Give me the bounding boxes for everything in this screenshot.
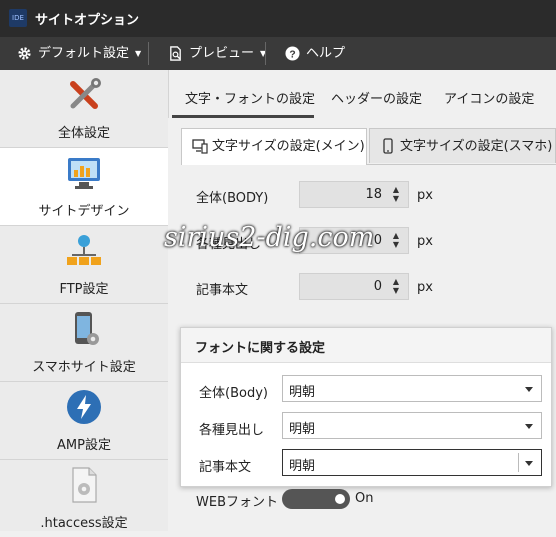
tab-header[interactable]: ヘッダーの設定: [331, 88, 422, 107]
menu-preview[interactable]: プレビュー ▼: [168, 37, 266, 70]
sidebar-item-label: サイトデザイン: [38, 204, 130, 219]
subtab-font-size-main[interactable]: 文字サイズの設定(メイン): [181, 128, 367, 165]
font-headings-label: 各種見出し: [199, 423, 265, 438]
tools-icon: [70, 78, 101, 109]
menu-label: プレビュー: [189, 46, 255, 61]
svg-text:?: ?: [289, 49, 295, 60]
menu-separator: [265, 42, 266, 65]
font-size-article-label: 記事本文: [196, 283, 249, 298]
font-size-body-label: 全体(BODY): [196, 191, 269, 206]
desktop-mobile-icon: [192, 139, 208, 154]
gear-icon: [18, 47, 31, 60]
menu-bar: デフォルト設定 ▼ プレビュー ▼ ? ヘルプ: [0, 37, 556, 70]
network-icon: [67, 235, 101, 265]
title-bar: IDE サイトオプション: [0, 0, 556, 37]
caret-down-icon: [525, 387, 533, 392]
sidebar-item-label: AMP設定: [57, 438, 111, 453]
font-headings-select[interactable]: 明朝: [282, 412, 542, 439]
menu-default-settings[interactable]: デフォルト設定 ▼: [17, 37, 141, 70]
select-value: 明朝: [289, 385, 316, 400]
font-settings-panel: フォントに関する設定 全体(Body) 明朝 各種見出し 明朝 記事本文 明朝: [180, 327, 552, 487]
webfont-toggle[interactable]: [282, 489, 350, 509]
preview-icon: [170, 46, 181, 61]
settings-tabs: 文字・フォントの設定 ヘッダーの設定 アイコンの設定: [168, 70, 556, 118]
font-size-article-stepper[interactable]: 0 ▲ ▼: [299, 273, 409, 300]
amp-bolt-icon: [67, 390, 101, 424]
chevron-down-icon: ▼: [135, 49, 142, 58]
stepper-arrows-icon[interactable]: ▲ ▼: [391, 185, 401, 205]
menu-label: ヘルプ: [306, 46, 346, 61]
sidebar: 全体設定 サイトデザイン FTP設定 スマホサイト設定 AMP設定 .htacc…: [0, 70, 169, 531]
stepper-arrows-icon[interactable]: ▲ ▼: [391, 277, 401, 297]
sidebar-item-label: 全体設定: [57, 126, 110, 141]
help-icon: ?: [285, 46, 300, 61]
caret-down-icon: [525, 461, 533, 466]
subtab-bar: 文字サイズの設定(メイン) 文字サイズの設定(スマホ): [181, 128, 556, 165]
sidebar-item-smartphone[interactable]: スマホサイト設定: [0, 304, 168, 381]
window-title: サイトオプション: [35, 13, 140, 28]
subtab-label: 文字サイズの設定(メイン): [212, 139, 365, 154]
unit-label: px: [417, 188, 433, 203]
smartphone-gear-icon: [75, 312, 99, 345]
sidebar-item-label: FTP設定: [59, 282, 109, 297]
sidebar-item-ftp[interactable]: FTP設定: [0, 226, 168, 303]
app-icon: IDE: [9, 9, 27, 27]
stepper-value: 0: [373, 233, 382, 248]
font-body-select[interactable]: 明朝: [282, 375, 542, 402]
sidebar-item-label: スマホサイト設定: [32, 360, 136, 375]
webfont-state: On: [355, 491, 374, 506]
select-value: 明朝: [289, 459, 316, 474]
stepper-arrows-icon[interactable]: ▲ ▼: [391, 231, 401, 251]
tab-text-font[interactable]: 文字・フォントの設定: [185, 88, 315, 107]
panel-title: フォントに関する設定: [195, 341, 326, 356]
font-body-label: 全体(Body): [199, 386, 268, 401]
menu-help[interactable]: ? ヘルプ: [285, 37, 345, 70]
tab-icon[interactable]: アイコンの設定: [444, 88, 534, 107]
menu-label: デフォルト設定: [38, 46, 130, 61]
sidebar-item-general[interactable]: 全体設定: [0, 70, 168, 147]
caret-down-icon: [525, 424, 533, 429]
panel-header: フォントに関する設定: [181, 328, 551, 363]
sidebar-item-amp[interactable]: AMP設定: [0, 382, 168, 459]
subtab-font-size-smartphone[interactable]: 文字サイズの設定(スマホ): [369, 128, 556, 163]
select-value: 明朝: [289, 422, 316, 437]
watermark: sirius2-dig.com: [164, 222, 375, 253]
font-article-label: 記事本文: [199, 460, 252, 475]
stepper-value: 18: [365, 187, 382, 202]
monitor-chart-icon: [68, 158, 100, 189]
stepper-value: 0: [373, 279, 382, 294]
unit-label: px: [417, 280, 433, 295]
sidebar-item-label: .htaccess設定: [40, 516, 128, 531]
unit-label: px: [417, 234, 433, 249]
font-size-body-stepper[interactable]: 18 ▲ ▼: [299, 181, 409, 208]
subtab-label: 文字サイズの設定(スマホ): [400, 139, 553, 154]
smartphone-icon: [383, 138, 393, 154]
file-gear-icon: [72, 467, 97, 503]
sidebar-item-htaccess[interactable]: .htaccess設定: [0, 460, 168, 537]
toggle-knob: [335, 494, 345, 504]
menu-separator: [148, 42, 149, 65]
font-article-select[interactable]: 明朝: [282, 449, 542, 476]
sidebar-item-site-design[interactable]: サイトデザイン: [0, 148, 168, 225]
webfont-label: WEBフォント: [196, 495, 278, 510]
select-divider: [518, 453, 519, 472]
